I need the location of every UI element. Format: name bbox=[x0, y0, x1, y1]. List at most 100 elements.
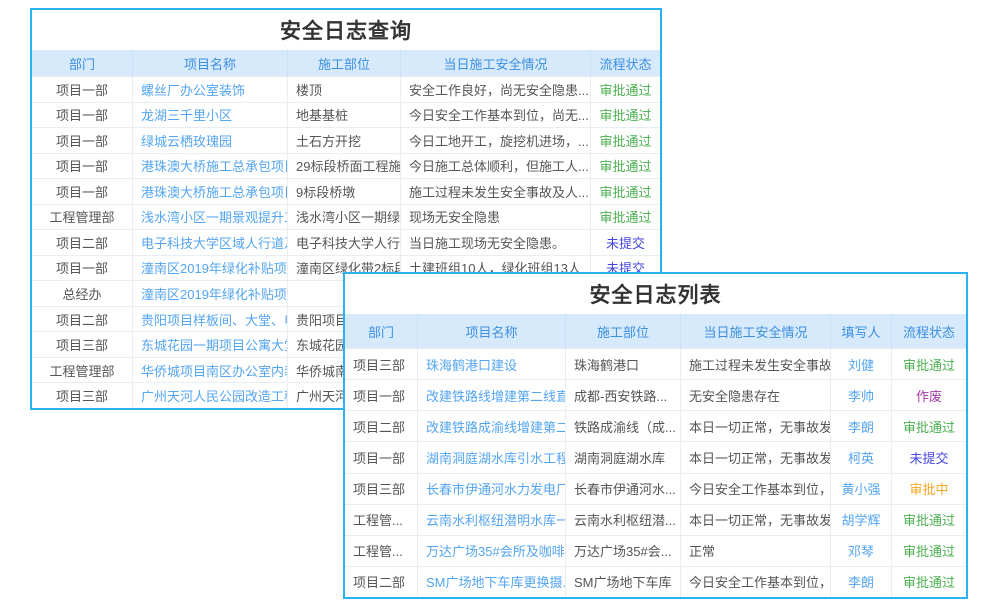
department-cell: 项目一部 bbox=[345, 442, 417, 472]
column-header-flow-status: 流程状态 bbox=[590, 50, 660, 76]
safety-status-cell: 施工过程未发生安全事故及人... bbox=[400, 179, 590, 204]
column-header-project-name: 项目名称 bbox=[132, 50, 287, 76]
construction-part-cell: 9标段桥墩 bbox=[287, 179, 400, 204]
column-header-department: 部门 bbox=[32, 50, 132, 76]
project-name-link[interactable]: 螺丝厂办公室装饰 bbox=[132, 77, 287, 102]
table-row: 工程管...万达广场35#会所及咖啡...万达广场35#会...正常邓琴审批通过 bbox=[345, 535, 966, 566]
construction-part-cell: SM广场地下车库 bbox=[565, 567, 680, 597]
project-name-link[interactable]: 珠海鹤港口建设 bbox=[417, 349, 565, 379]
page-background: 安全日志查询 部门项目名称施工部位当日施工安全情况流程状态 项目一部螺丝厂办公室… bbox=[0, 0, 1000, 600]
department-cell: 工程管... bbox=[345, 505, 417, 535]
table-row: 项目一部改建铁路线增建第二线直...成都-西安铁路...无安全隐患存在李帅作废 bbox=[345, 379, 966, 410]
project-name-link[interactable]: 东城花园一期项目公寓大堂 装 bbox=[132, 332, 287, 357]
table-row: 项目一部龙湖三千里小区地基基桩今日安全工作基本到位，尚无...审批通过 bbox=[32, 102, 660, 128]
construction-part-cell: 成都-西安铁路... bbox=[565, 380, 680, 410]
construction-part-cell: 土石方开挖 bbox=[287, 128, 400, 153]
department-cell: 项目一部 bbox=[32, 256, 132, 281]
table-row: 项目一部港珠澳大桥施工总承包项目29标段桥面工程施工今日施工总体顺利，但施工人.… bbox=[32, 153, 660, 179]
construction-part-cell: 楼顶 bbox=[287, 77, 400, 102]
project-name-link[interactable]: 华侨城项目南区办公室内装修 bbox=[132, 358, 287, 383]
safety-log-list-panel: 安全日志列表 部门项目名称施工部位当日施工安全情况填写人流程状态 项目三部珠海鹤… bbox=[343, 272, 968, 599]
project-name-link[interactable]: 改建铁路成渝线增建第二... bbox=[417, 411, 565, 441]
flow-status-text: 审批通过 bbox=[590, 77, 660, 102]
query-table-header-row: 部门项目名称施工部位当日施工安全情况流程状态 bbox=[32, 50, 660, 76]
construction-part-cell: 万达广场35#会... bbox=[565, 536, 680, 566]
department-cell: 项目一部 bbox=[32, 128, 132, 153]
project-name-link[interactable]: 电子科技大学区域人行道及非 bbox=[132, 230, 287, 255]
project-name-link[interactable]: 港珠澳大桥施工总承包项目 bbox=[132, 154, 287, 179]
construction-part-cell: 长春市伊通河水... bbox=[565, 474, 680, 504]
writer-link[interactable]: 刘健 bbox=[830, 349, 891, 379]
project-name-link[interactable]: 港珠澳大桥施工总承包项目 bbox=[132, 179, 287, 204]
flow-status-text: 未提交 bbox=[891, 442, 966, 472]
writer-link[interactable]: 柯英 bbox=[830, 442, 891, 472]
construction-part-cell: 电子科技大学人行道... bbox=[287, 230, 400, 255]
writer-link[interactable]: 黄小强 bbox=[830, 474, 891, 504]
construction-part-cell: 地基基桩 bbox=[287, 103, 400, 128]
flow-status-text: 审批通过 bbox=[891, 411, 966, 441]
department-cell: 项目一部 bbox=[32, 103, 132, 128]
construction-part-cell: 铁路成渝线（成... bbox=[565, 411, 680, 441]
department-cell: 工程管理部 bbox=[32, 205, 132, 230]
safety-status-cell: 无安全隐患存在 bbox=[680, 380, 830, 410]
flow-status-text: 作废 bbox=[891, 380, 966, 410]
project-name-link[interactable]: 改建铁路线增建第二线直... bbox=[417, 380, 565, 410]
project-name-link[interactable]: 潼南区2019年绿化补贴项目-城 bbox=[132, 256, 287, 281]
project-name-link[interactable]: 绿城云栖玫瑰园 bbox=[132, 128, 287, 153]
flow-status-text: 审批通过 bbox=[590, 179, 660, 204]
safety-status-cell: 当日施工现场无安全隐患。 bbox=[400, 230, 590, 255]
list-table-body: 项目三部珠海鹤港口建设珠海鹤港口施工过程未发生安全事故...刘健审批通过项目一部… bbox=[345, 348, 966, 597]
project-name-link[interactable]: 浅水湾小区一期景观提升工程 bbox=[132, 205, 287, 230]
safety-status-cell: 本日一切正常，无事故发... bbox=[680, 411, 830, 441]
safety-status-cell: 今日工地开工，旋挖机进场，... bbox=[400, 128, 590, 153]
writer-link[interactable]: 李朗 bbox=[830, 567, 891, 597]
department-cell: 项目一部 bbox=[32, 77, 132, 102]
flow-status-text: 审批中 bbox=[891, 474, 966, 504]
project-name-link[interactable]: 潼南区2019年绿化补贴项目-城 bbox=[132, 281, 287, 306]
table-row: 项目三部珠海鹤港口建设珠海鹤港口施工过程未发生安全事故...刘健审批通过 bbox=[345, 348, 966, 379]
safety-status-cell: 今日安全工作基本到位，尚无... bbox=[400, 103, 590, 128]
safety-status-cell: 现场无安全隐患 bbox=[400, 205, 590, 230]
writer-link[interactable]: 李帅 bbox=[830, 380, 891, 410]
safety-status-cell: 安全工作良好，尚无安全隐患... bbox=[400, 77, 590, 102]
flow-status-text: 审批通过 bbox=[891, 536, 966, 566]
project-name-link[interactable]: 万达广场35#会所及咖啡... bbox=[417, 536, 565, 566]
project-name-link[interactable]: 龙湖三千里小区 bbox=[132, 103, 287, 128]
department-cell: 项目三部 bbox=[32, 332, 132, 357]
column-header-construction-part: 施工部位 bbox=[287, 50, 400, 76]
flow-status-text: 审批通过 bbox=[590, 103, 660, 128]
query-panel-title: 安全日志查询 bbox=[32, 10, 660, 50]
safety-status-cell: 今日安全工作基本到位，... bbox=[680, 474, 830, 504]
list-panel-title: 安全日志列表 bbox=[345, 274, 966, 314]
project-name-link[interactable]: 贵阳项目样板间、大堂、电梯 bbox=[132, 307, 287, 332]
project-name-link[interactable]: SM广场地下车库更换摄... bbox=[417, 567, 565, 597]
project-name-link[interactable]: 云南水利枢纽潜明水库一... bbox=[417, 505, 565, 535]
column-header-construction-part: 施工部位 bbox=[565, 314, 680, 348]
department-cell: 项目二部 bbox=[32, 307, 132, 332]
list-table-header-row: 部门项目名称施工部位当日施工安全情况填写人流程状态 bbox=[345, 314, 966, 348]
writer-link[interactable]: 李朗 bbox=[830, 411, 891, 441]
department-cell: 总经办 bbox=[32, 281, 132, 306]
column-header-safety-status: 当日施工安全情况 bbox=[400, 50, 590, 76]
department-cell: 工程管理部 bbox=[32, 358, 132, 383]
flow-status-text: 审批通过 bbox=[590, 128, 660, 153]
construction-part-cell: 云南水利枢纽潜... bbox=[565, 505, 680, 535]
project-name-link[interactable]: 广州天河人民公园改造工程 bbox=[132, 383, 287, 408]
flow-status-text: 审批通过 bbox=[891, 567, 966, 597]
column-header-writer: 填写人 bbox=[830, 314, 891, 348]
department-cell: 项目二部 bbox=[345, 567, 417, 597]
flow-status-text: 审批通过 bbox=[891, 349, 966, 379]
flow-status-text: 审批通过 bbox=[590, 154, 660, 179]
flow-status-text: 未提交 bbox=[590, 230, 660, 255]
project-name-link[interactable]: 长春市伊通河水力发电厂... bbox=[417, 474, 565, 504]
department-cell: 项目一部 bbox=[32, 179, 132, 204]
table-row: 项目一部绿城云栖玫瑰园土石方开挖今日工地开工，旋挖机进场，...审批通过 bbox=[32, 127, 660, 153]
safety-status-cell: 正常 bbox=[680, 536, 830, 566]
writer-link[interactable]: 胡学辉 bbox=[830, 505, 891, 535]
safety-status-cell: 今日施工总体顺利，但施工人... bbox=[400, 154, 590, 179]
writer-link[interactable]: 邓琴 bbox=[830, 536, 891, 566]
table-row: 工程管理部浅水湾小区一期景观提升工程浅水湾小区一期绿化地现场无安全隐患审批通过 bbox=[32, 204, 660, 230]
column-header-project-name: 项目名称 bbox=[417, 314, 565, 348]
project-name-link[interactable]: 湖南洞庭湖水库引水工程... bbox=[417, 442, 565, 472]
safety-status-cell: 本日一切正常，无事故发... bbox=[680, 505, 830, 535]
